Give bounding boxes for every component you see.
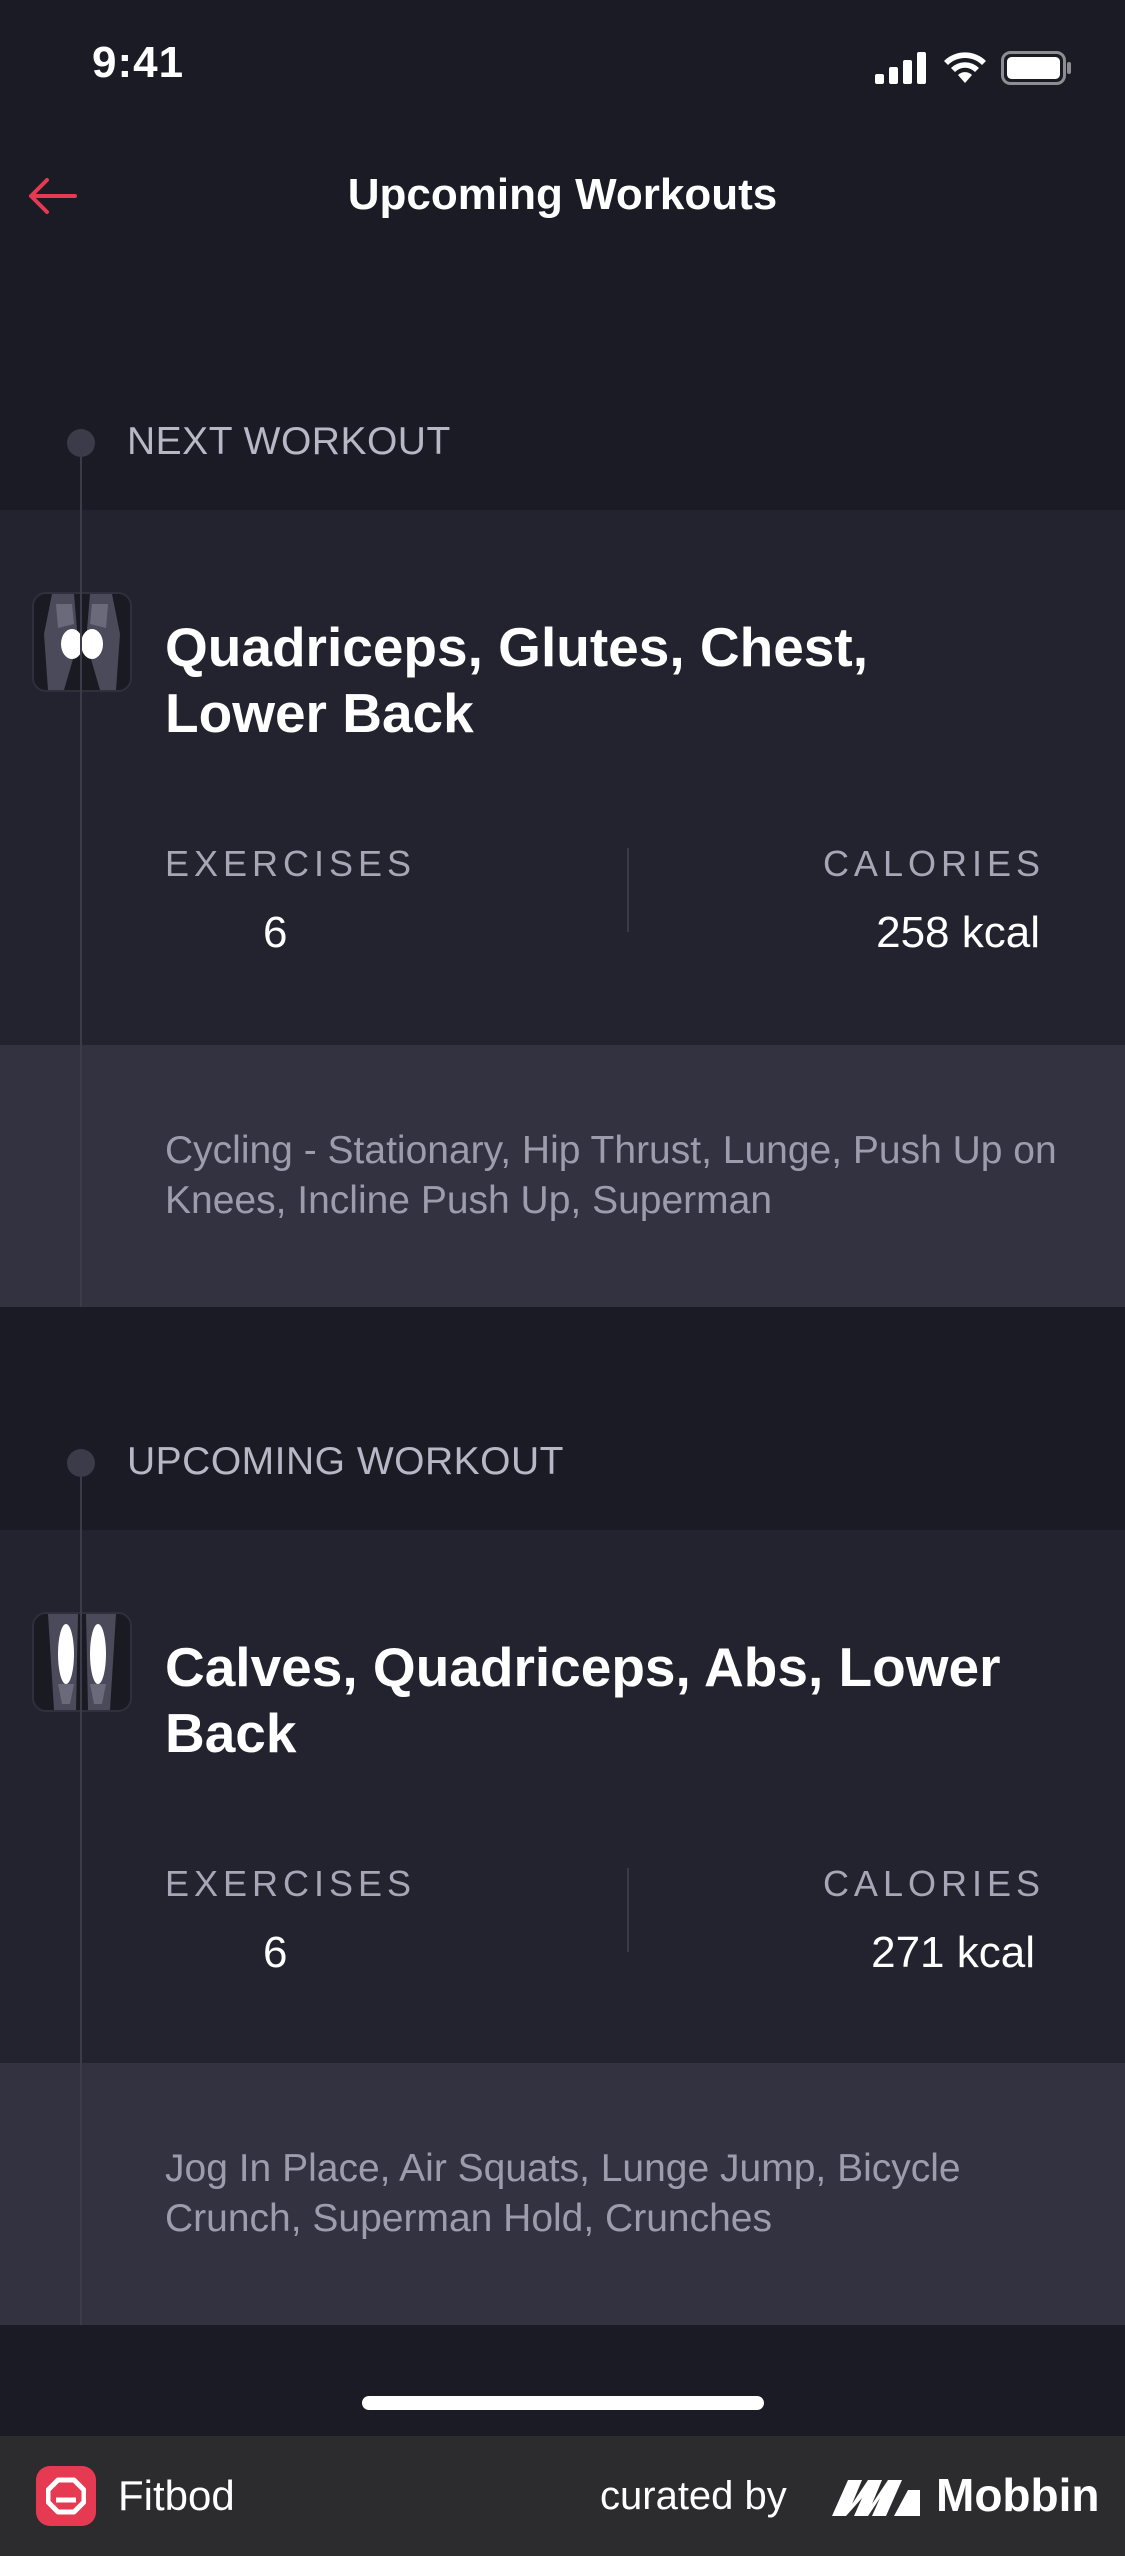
home-indicator [362, 2396, 764, 2410]
exercises-label: EXERCISES [165, 1863, 417, 1904]
battery-icon [1001, 51, 1071, 85]
page-title: Upcoming Workouts [347, 170, 778, 219]
workout-card-upcoming[interactable]: Calves, Quadriceps, Abs, Lower Back EXER… [0, 1530, 1125, 2063]
section-label-next: NEXT WORKOUT [127, 420, 451, 463]
attribution-footer: Fitbod curated by Mobbin [0, 2436, 1125, 2556]
status-time: 9:41 [92, 38, 185, 87]
exercise-list-panel: Cycling - Stationary, Hip Thrust, Lunge,… [0, 1045, 1125, 1307]
timeline-line [80, 1477, 82, 2325]
exercises-label: EXERCISES [165, 843, 417, 884]
status-icons [875, 48, 1073, 88]
mobbin-brand-name: Mobbin [936, 2469, 1100, 2521]
exercise-list-panel: Jog In Place, Air Squats, Lunge Jump, Bi… [0, 2063, 1125, 2325]
stat-divider [627, 848, 629, 932]
exercise-list: Cycling - Stationary, Hip Thrust, Lunge,… [165, 1129, 1057, 1222]
timeline-dot [67, 1449, 95, 1477]
workout-card-next[interactable]: Quadriceps, Glutes, Chest, Lower Back EX… [0, 510, 1125, 1045]
timeline-line [80, 457, 82, 1307]
curated-by-label: curated by [600, 2474, 787, 2518]
workout-title: Quadriceps, Glutes, Chest, Lower Back [165, 616, 868, 744]
fitbod-logo-icon [36, 2466, 96, 2526]
navigation-bar: Upcoming Workouts [0, 140, 1125, 260]
wifi-icon [944, 52, 986, 83]
exercises-value: 6 [263, 908, 288, 957]
exercises-value: 6 [263, 1928, 288, 1977]
status-bar: 9:41 [0, 0, 1125, 140]
mobbin-logo-icon [832, 2476, 920, 2521]
section-label-upcoming: UPCOMING WORKOUT [127, 1440, 564, 1483]
muscle-calves-icon [32, 1612, 132, 1712]
stat-divider [627, 1868, 629, 1952]
calories-label: CALORIES [822, 1863, 1045, 1904]
app-name: Fitbod [118, 2472, 235, 2519]
workout-title: Calves, Quadriceps, Abs, Lower Back [165, 1636, 1001, 1764]
calories-label: CALORIES [822, 843, 1045, 884]
exercise-list: Jog In Place, Air Squats, Lunge Jump, Bi… [165, 2147, 961, 2240]
muscle-glutes-icon [32, 592, 132, 692]
calories-value: 271 kcal [871, 1928, 1035, 1977]
cellular-signal-icon [875, 52, 926, 84]
timeline-dot [67, 429, 95, 457]
calories-value: 258 kcal [876, 908, 1040, 957]
